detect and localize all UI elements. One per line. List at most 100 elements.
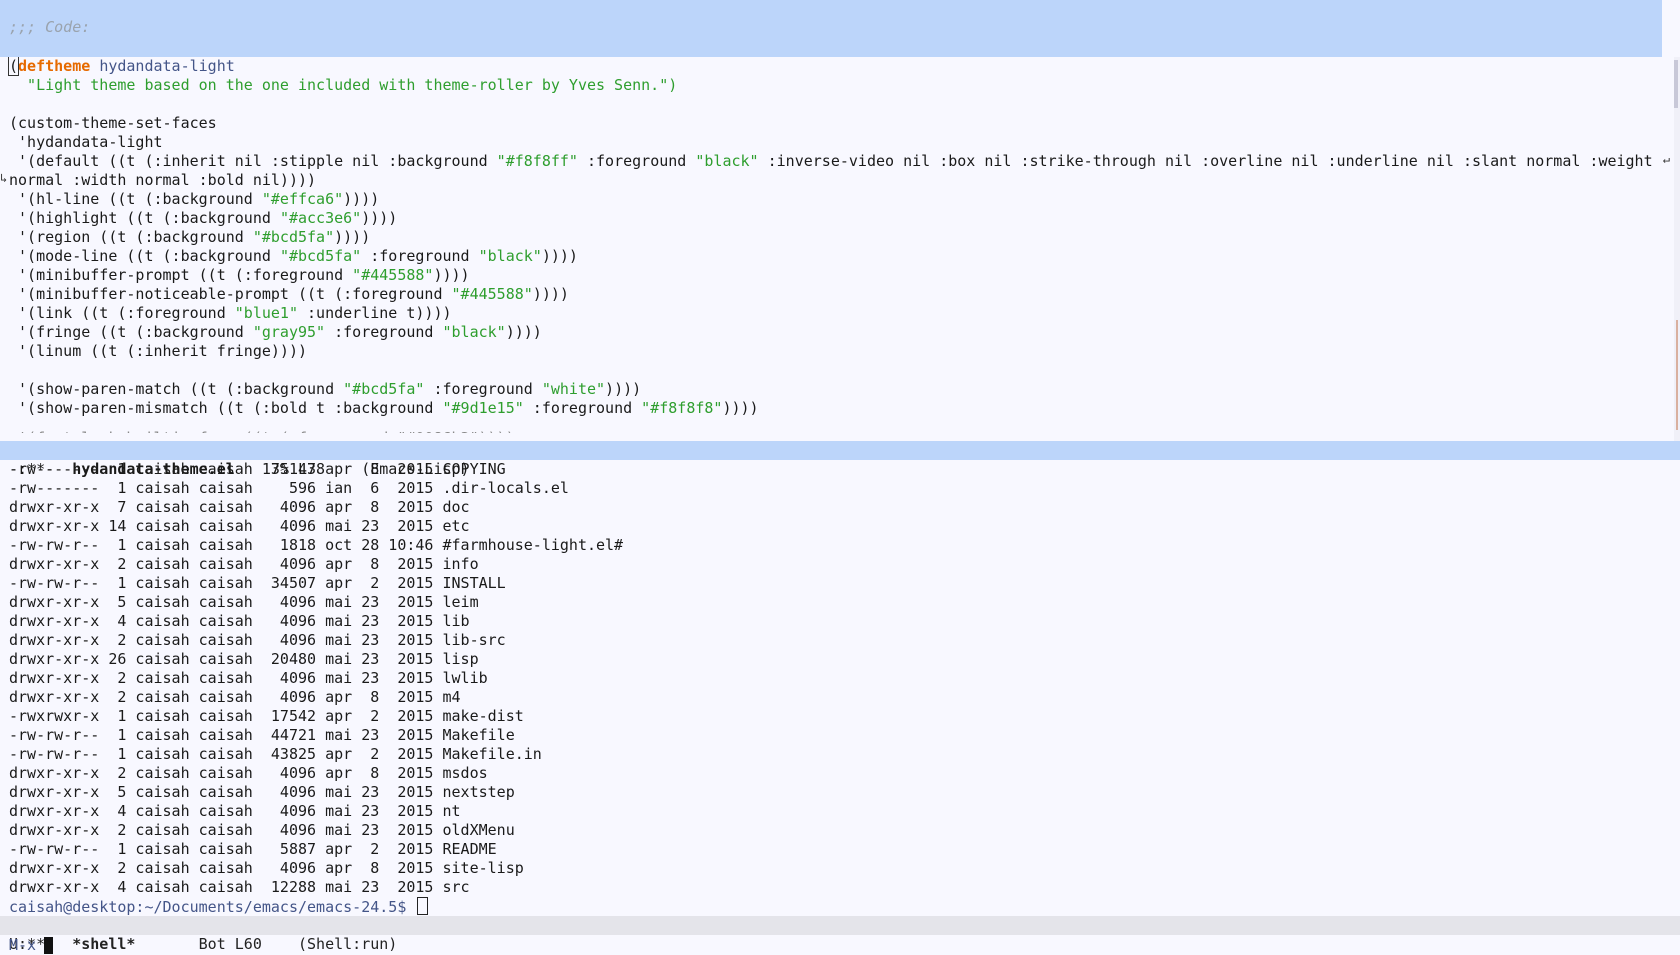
string-literal: "#f8f8ff" [496,152,578,170]
shell-output-row: drwxr-xr-x 2 caisah caisah 4096 mai 23 2… [9,821,515,839]
code-line: '(region ((t (:background "#bcd5fa")))) [9,228,370,247]
code-text: )))) [361,209,398,227]
code-text: :foreground [361,247,479,265]
shell-output-row: -rw-rw-r-- 1 caisah caisah 44721 mai 23 … [9,726,515,744]
shell-output-row: -rw-rw-r-- 1 caisah caisah 1818 oct 28 1… [9,536,624,554]
code-text: :foreground [577,152,696,170]
code-line-wrapped: normal :width normal :bold nil)))) [9,171,317,189]
code-text: '(minibuffer-prompt ((t (:foreground [9,266,353,284]
shell-output-row: -rw------- 1 caisah caisah 596 ian 6 201… [9,479,569,497]
string-literal: "black" [478,247,542,265]
shell-output-row: drwxr-xr-x 4 caisah caisah 4096 mai 23 2… [9,612,470,630]
string-literal: "black" [695,152,759,170]
docstring-line: "Light theme based on the one included w… [9,76,678,94]
code-line: '(minibuffer-prompt ((t (:foreground "#4… [9,266,470,285]
mode-line-shell[interactable]: U:**- *shell* Bot L60 (Shell:run) [0,916,1680,953]
shell-window[interactable]: -rw------- 1 caisah caisah 35147 apr 8 2… [0,460,1680,916]
string-literal: "#9d1e15" [442,399,524,417]
code-line: '(show-paren-match ((t (:background "#bc… [9,380,641,399]
shell-output-row: drwxr-xr-x 2 caisah caisah 4096 mai 23 2… [9,669,488,687]
code-text: '(fringe ((t (:background [9,323,253,341]
shell-output-row: drwxr-xr-x 4 caisah caisah 12288 mai 23 … [9,878,470,896]
code-line-partial: '(font-lock-builtin-face ((t (:foregroun… [9,429,515,441]
code-text: '(highlight ((t (:background [9,209,280,227]
code-text: '(show-paren-match ((t (:background [9,380,344,398]
code-line: '(show-paren-mismatch ((t (:bold t :back… [9,399,759,418]
code-text: :inverse-video nil :box nil :strike-thro… [758,152,1653,170]
minibuffer-prompt: M-x [9,936,37,954]
shell-output-row: drwxr-xr-x 5 caisah caisah 4096 mai 23 2… [9,593,479,611]
string-literal: "#bcd5fa" [252,228,335,246]
string-literal: "#445588" [451,285,533,303]
theme-name: hydandata-light [99,57,235,75]
minibuffer[interactable]: M-x [0,935,1680,955]
shell-output-row: -rw-rw-r-- 1 caisah caisah 5887 apr 2 20… [9,840,497,858]
code-text: :underline t)))) [298,304,452,322]
shell-output-row: drwxr-xr-x 5 caisah caisah 4096 mai 23 2… [9,783,515,801]
minibuffer-cursor [44,937,53,954]
code-text: '(hl-line ((t (:background [9,190,262,208]
code-text: '(region ((t (:background [9,228,253,246]
shell-output-row: -rwxrwxr-x 1 caisah caisah 17542 apr 2 2… [9,707,524,725]
shell-prompt-line[interactable]: caisah@desktop:~/Documents/emacs/emacs-2… [9,897,429,916]
code-text: )))) [532,285,569,303]
code-text: )))) [722,399,759,417]
mode-line-code[interactable]: -:**- hydandata-theme.el 17% L38 (Emacs-… [0,441,1680,478]
string-literal: "gray95" [252,323,326,341]
code-text: '(show-paren-mismatch ((t (:bold t :back… [9,399,443,417]
string-literal: "black" [442,323,506,341]
code-text: )))) [541,247,578,265]
code-line: '(linum ((t (:inherit fringe)))) [9,342,308,360]
shell-output-row: drwxr-xr-x 7 caisah caisah 4096 apr 8 20… [9,498,470,516]
shell-output-row: drwxr-xr-x 2 caisah caisah 4096 apr 8 20… [9,555,479,573]
code-editor-window[interactable]: (deftheme hydandata-light "Light theme b… [0,57,1662,441]
open-paren: ( [7,57,20,76]
code-text: :foreground [424,380,542,398]
code-line: '(minibuffer-noticeable-prompt ((t (:for… [9,285,569,304]
code-text: )))) [334,228,371,246]
code-text: :foreground [325,323,443,341]
code-line: '(fringe ((t (:background "gray95" :fore… [9,323,542,342]
line-wrap-right-icon: ↵ [1662,152,1670,166]
shell-output-row: drwxr-xr-x 2 caisah caisah 4096 mai 23 2… [9,631,506,649]
code-line: '(highlight ((t (:background "#acc3e6"))… [9,209,397,228]
keyword-deftheme: deftheme [18,57,91,75]
code-line: '(link ((t (:foreground "blue1" :underli… [9,304,452,323]
code-text: )))) [343,190,380,208]
shell-output-row: drwxr-xr-x 2 caisah caisah 4096 apr 8 20… [9,688,461,706]
shell-output-row: -rw-rw-r-- 1 caisah caisah 34507 apr 2 2… [9,574,506,592]
shell-output-row: drwxr-xr-x 4 caisah caisah 4096 mai 23 2… [9,802,461,820]
code-line: '(mode-line ((t (:background "#bcd5fa" :… [9,247,578,266]
shell-output-row: drwxr-xr-x 2 caisah caisah 4096 apr 8 20… [9,859,524,877]
code-text: )))) [505,323,542,341]
string-literal: "#bcd5fa" [279,247,362,265]
code-comment-header: ;;; Code: [9,18,91,36]
line-wrap-left-icon: ↳ [0,171,8,185]
code-line: '(default ((t (:inherit nil :stipple nil… [9,152,1653,171]
string-literal: "#acc3e6" [279,209,362,227]
scrollbar-thumb[interactable] [1674,60,1678,108]
code-line: '(hl-line ((t (:background "#effca6")))) [9,190,379,209]
code-text: :foreground [523,399,642,417]
code-text: '(minibuffer-noticeable-prompt ((t (:for… [9,285,452,303]
highlighted-region: ;;; Code: [0,0,1662,57]
code-line: (deftheme hydandata-light [7,57,235,76]
scrollbar-marker [1676,320,1678,430]
code-text: )))) [605,380,642,398]
string-literal: "white" [541,380,606,398]
code-line: (custom-theme-set-faces [9,114,217,132]
shell-prompt: caisah@desktop:~/Documents/emacs/emacs-2… [9,898,416,916]
shell-output-row: drwxr-xr-x 14 caisah caisah 4096 mai 23 … [9,517,470,535]
string-literal: "#effca6" [261,190,344,208]
code-text: '(default ((t (:inherit nil :stipple nil… [9,152,497,170]
shell-cursor [417,897,429,915]
shell-output-row: drwxr-xr-x 26 caisah caisah 20480 mai 23… [9,650,479,668]
shell-output-row: -rw-rw-r-- 1 caisah caisah 43825 apr 2 2… [9,745,542,763]
string-literal: "blue1" [234,304,298,322]
code-text: '(mode-line ((t (:background [9,247,280,265]
code-text: '(link ((t (:foreground [9,304,235,322]
string-literal: "#f8f8f8" [641,399,723,417]
string-literal: "#445588" [352,266,434,284]
code-line: 'hydandata-light [9,133,163,151]
code-text: )))) [433,266,470,284]
